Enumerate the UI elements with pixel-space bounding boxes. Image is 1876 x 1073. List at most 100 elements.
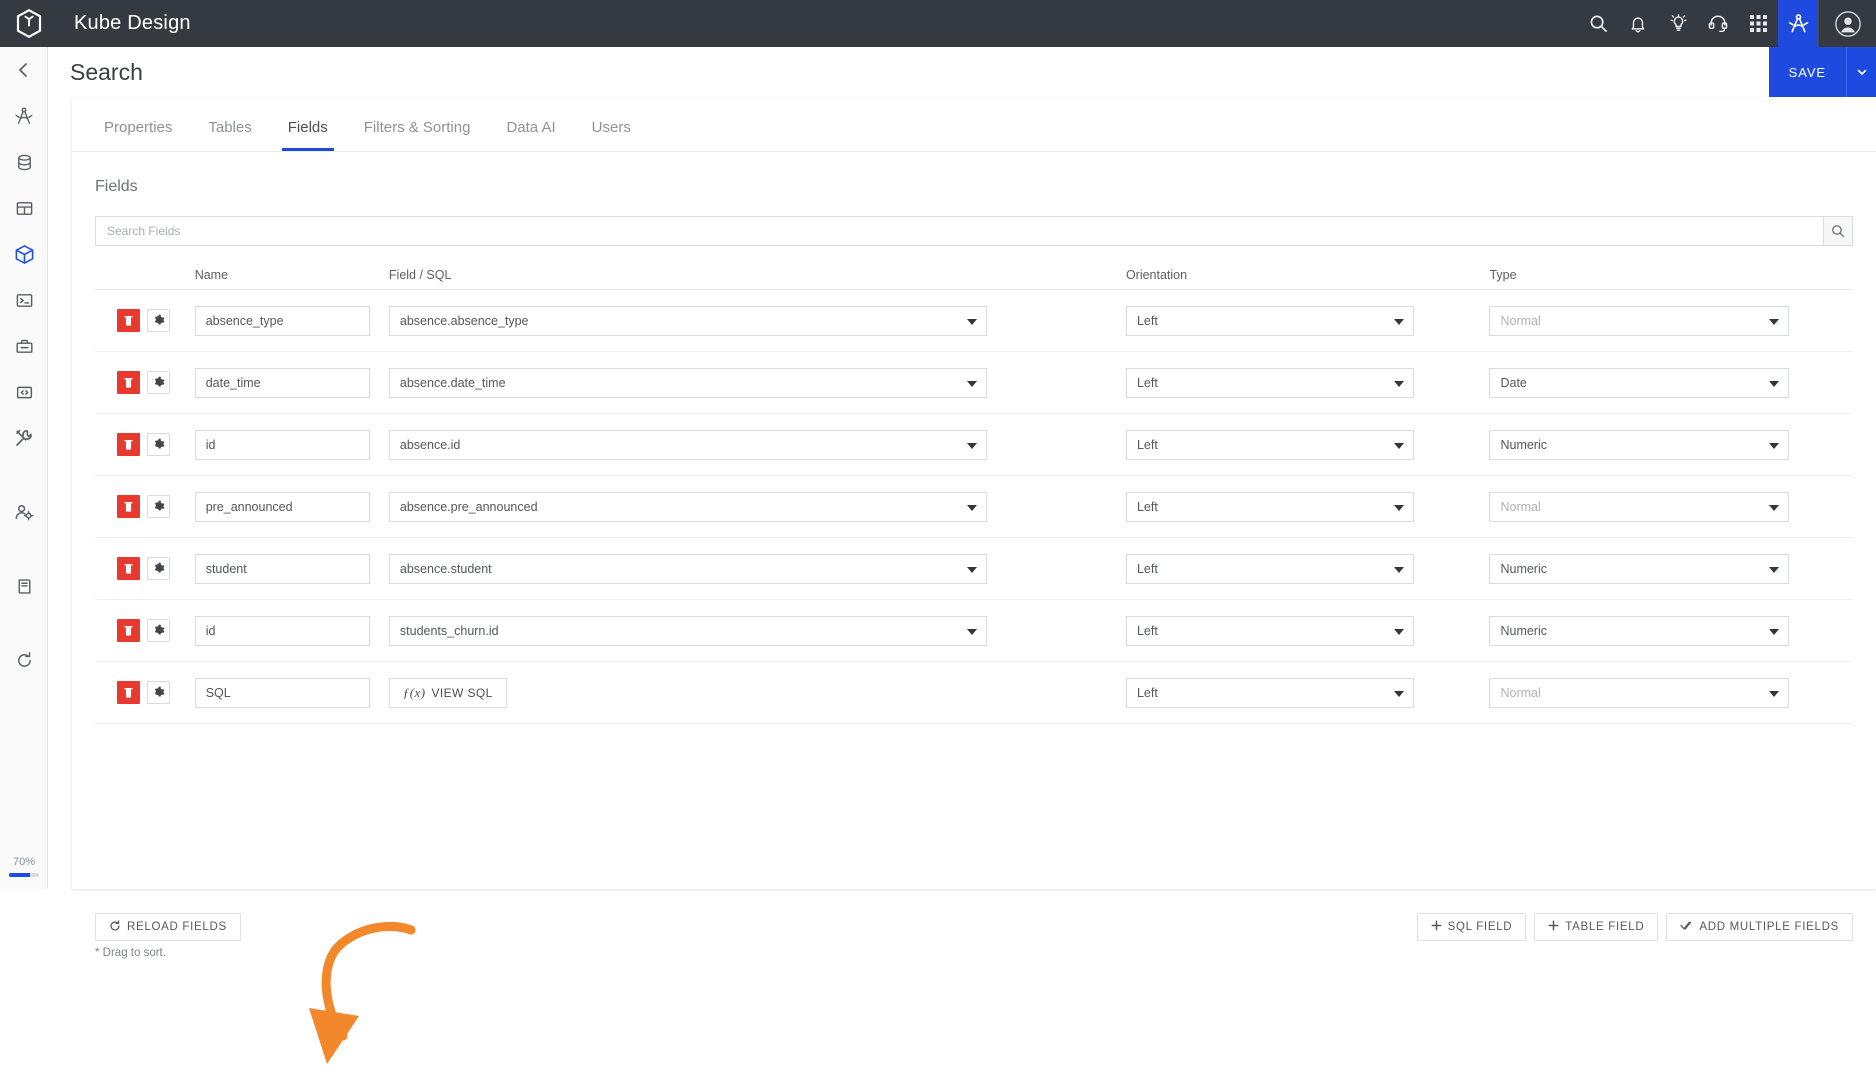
field-name-input[interactable] bbox=[194, 615, 370, 646]
sidebar-item-docs[interactable] bbox=[0, 563, 48, 609]
trash-icon[interactable] bbox=[117, 619, 140, 642]
orientation-cell: Left bbox=[1125, 677, 1490, 708]
search-row bbox=[95, 216, 1853, 246]
orientation-select[interactable]: Left bbox=[1125, 615, 1414, 646]
tab-data-ai[interactable]: Data AI bbox=[488, 119, 573, 151]
orientation-select[interactable]: Left bbox=[1125, 677, 1414, 708]
grid-apps-icon[interactable] bbox=[1738, 0, 1778, 47]
type-select[interactable]: Date bbox=[1489, 367, 1790, 398]
type-select[interactable]: Normal bbox=[1489, 305, 1790, 336]
field-sql-select[interactable]: absence.student bbox=[388, 553, 987, 584]
orientation-select[interactable]: Left bbox=[1125, 553, 1414, 584]
reload-fields-button[interactable]: RELOAD FIELDS bbox=[95, 913, 241, 941]
gear-icon[interactable] bbox=[147, 557, 170, 580]
table-row[interactable]: students_churn.id Left Numeric bbox=[95, 600, 1853, 662]
orientation-value: Left bbox=[1136, 685, 1158, 700]
add-sql-field-button[interactable]: SQL FIELD bbox=[1416, 913, 1527, 941]
field-name-input[interactable] bbox=[194, 429, 370, 460]
gear-icon[interactable] bbox=[147, 495, 170, 518]
add-multiple-fields-button[interactable]: ADD MULTIPLE FIELDS bbox=[1666, 913, 1853, 941]
field-sql-select[interactable]: absence.id bbox=[388, 429, 987, 460]
field-sql-select[interactable]: absence.absence_type bbox=[388, 305, 987, 336]
table-row[interactable]: absence.date_time Left Date bbox=[95, 352, 1853, 414]
sidebar-item-refresh[interactable] bbox=[0, 637, 48, 683]
name-cell bbox=[194, 615, 389, 646]
orientation-select[interactable]: Left bbox=[1125, 429, 1414, 460]
field-sql-select[interactable]: students_churn.id bbox=[388, 615, 987, 646]
top-bar: Kube Design bbox=[0, 0, 1876, 47]
trash-icon[interactable] bbox=[117, 309, 140, 332]
gear-icon[interactable] bbox=[147, 309, 170, 332]
bell-icon[interactable] bbox=[1618, 0, 1658, 47]
field-sql-value: absence.student bbox=[399, 561, 492, 576]
table-row[interactable]: absence.absence_type Left Normal bbox=[95, 290, 1853, 352]
field-sql-select[interactable]: absence.date_time bbox=[388, 367, 987, 398]
compass-icon[interactable] bbox=[1778, 0, 1818, 47]
add-table-field-button[interactable]: TABLE FIELD bbox=[1534, 913, 1659, 941]
row-controls bbox=[95, 557, 195, 580]
field-name-input[interactable] bbox=[194, 367, 370, 398]
field-sql-value: absence.id bbox=[399, 437, 461, 452]
trash-icon[interactable] bbox=[117, 433, 140, 456]
sidebar-item-utilities[interactable] bbox=[0, 415, 48, 461]
sidebar-item-user-settings[interactable] bbox=[0, 489, 48, 535]
lightbulb-icon[interactable] bbox=[1658, 0, 1698, 47]
type-select[interactable]: Numeric bbox=[1489, 615, 1790, 646]
progress-bar bbox=[9, 873, 39, 877]
search-input[interactable] bbox=[95, 216, 1823, 246]
type-cell: Numeric bbox=[1489, 429, 1853, 460]
add-table-field-label: TABLE FIELD bbox=[1565, 921, 1645, 933]
tab-properties[interactable]: Properties bbox=[86, 119, 190, 151]
search-icon[interactable] bbox=[1578, 0, 1618, 47]
sidebar-item-back[interactable] bbox=[0, 47, 48, 93]
gear-icon[interactable] bbox=[147, 371, 170, 394]
tab-users[interactable]: Users bbox=[574, 119, 649, 151]
orientation-select[interactable]: Left bbox=[1125, 491, 1414, 522]
trash-icon[interactable] bbox=[117, 371, 140, 394]
type-select[interactable]: Numeric bbox=[1489, 429, 1790, 460]
caret-down-icon bbox=[1769, 628, 1780, 635]
type-select[interactable]: Normal bbox=[1489, 677, 1790, 708]
field-name-input[interactable] bbox=[194, 553, 370, 584]
field-sql-select[interactable]: absence.pre_announced bbox=[388, 491, 987, 522]
tab-tables[interactable]: Tables bbox=[190, 119, 269, 151]
orientation-select[interactable]: Left bbox=[1125, 367, 1414, 398]
save-button[interactable]: SAVE bbox=[1768, 47, 1846, 97]
sidebar-item-design[interactable] bbox=[0, 93, 48, 139]
table-row[interactable]: absence.student Left Numeric bbox=[95, 538, 1853, 600]
sidebar-item-console[interactable] bbox=[0, 277, 48, 323]
sidebar-item-models[interactable] bbox=[0, 231, 48, 277]
function-icon: ƒ(x) bbox=[402, 684, 426, 700]
table-row[interactable]: ƒ(x) VIEW SQL Left Normal bbox=[95, 662, 1853, 724]
sidebar-item-toolbox[interactable] bbox=[0, 323, 48, 369]
gear-icon[interactable] bbox=[147, 433, 170, 456]
search-icon[interactable] bbox=[1823, 216, 1853, 246]
type-cell: Numeric bbox=[1489, 615, 1853, 646]
type-select[interactable]: Numeric bbox=[1489, 553, 1790, 584]
chevron-down-icon[interactable] bbox=[1846, 47, 1876, 97]
trash-icon[interactable] bbox=[117, 681, 140, 704]
orientation-select[interactable]: Left bbox=[1125, 305, 1414, 336]
sidebar-item-code[interactable] bbox=[0, 369, 48, 415]
trash-icon[interactable] bbox=[117, 495, 140, 518]
headset-icon[interactable] bbox=[1698, 0, 1738, 47]
trash-icon[interactable] bbox=[117, 557, 140, 580]
field-sql-value: students_churn.id bbox=[399, 623, 499, 638]
table-row[interactable]: absence.pre_announced Left Normal bbox=[95, 476, 1853, 538]
user-avatar-icon[interactable] bbox=[1818, 0, 1876, 47]
field-name-input[interactable] bbox=[194, 305, 370, 336]
sidebar-item-database[interactable] bbox=[0, 139, 48, 185]
type-select[interactable]: Normal bbox=[1489, 491, 1790, 522]
gear-icon[interactable] bbox=[147, 619, 170, 642]
view-sql-button[interactable]: ƒ(x) VIEW SQL bbox=[388, 677, 507, 708]
table-row[interactable]: absence.id Left Numeric bbox=[95, 414, 1853, 476]
tab-filters-sorting[interactable]: Filters & Sorting bbox=[346, 119, 489, 151]
gear-icon[interactable] bbox=[147, 681, 170, 704]
field-name-input[interactable] bbox=[194, 491, 370, 522]
kube-logo-icon[interactable] bbox=[0, 0, 58, 47]
sidebar-item-tables[interactable] bbox=[0, 185, 48, 231]
field-name-input[interactable] bbox=[194, 677, 370, 708]
field-sql-cell: absence.student bbox=[388, 553, 1126, 584]
tab-fields[interactable]: Fields bbox=[270, 119, 346, 151]
type-value: Normal bbox=[1500, 313, 1541, 328]
